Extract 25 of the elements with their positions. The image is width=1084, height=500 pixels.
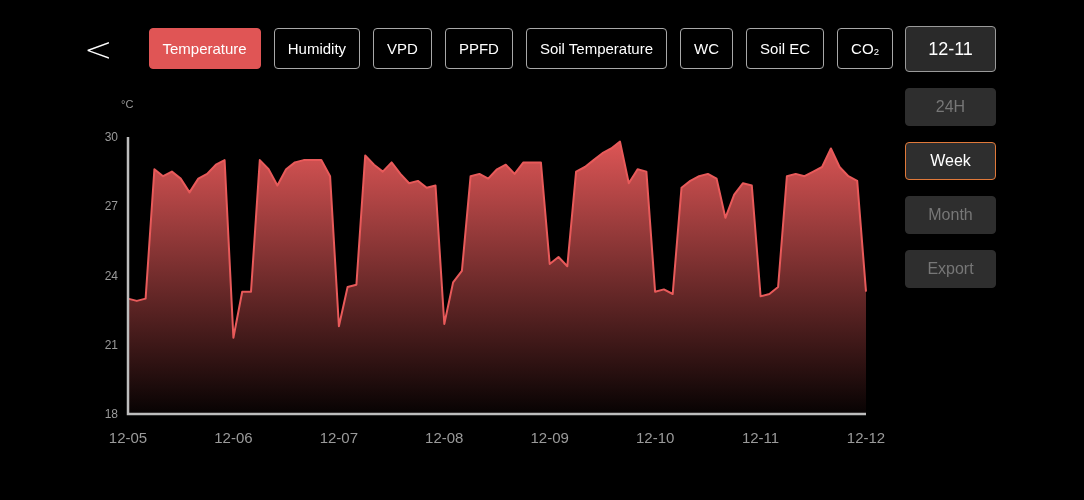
sensor-tab[interactable]: Humidity	[273, 28, 361, 69]
axis-label: 12-07	[319, 429, 359, 446]
range-button[interactable]: Week	[905, 142, 996, 180]
axis-label: 21	[104, 337, 118, 352]
sensor-tab[interactable]: PPFD	[444, 28, 513, 69]
date-button[interactable]: 12-11	[905, 26, 996, 72]
unit-label: °C	[121, 98, 134, 110]
sensor-tab[interactable]: Temperature	[148, 28, 261, 69]
axis-label: 12-09	[530, 429, 569, 446]
axis-label: 18	[104, 407, 118, 421]
axis-label: 12-08	[425, 429, 464, 446]
sensor-tab[interactable]: Soil Temperature	[525, 28, 668, 69]
sensor-tab[interactable]: Soil EC	[746, 28, 825, 69]
axis-label: 12-11	[741, 429, 780, 446]
axis-label: 12-10	[635, 429, 675, 446]
sensor-tab[interactable]: CO₂	[837, 28, 894, 69]
back-button[interactable]: <	[78, 28, 119, 69]
axis-label: 24	[104, 268, 118, 283]
sensor-tab[interactable]: WC	[680, 28, 734, 69]
axis-label: 12-05	[108, 429, 148, 446]
axis-label: 27	[104, 199, 118, 214]
axis-label: 30	[104, 130, 118, 144]
axis-label: 12-06	[214, 429, 253, 446]
axis-label: 12-12	[846, 429, 886, 446]
sensor-tab[interactable]: VPD	[373, 28, 432, 69]
